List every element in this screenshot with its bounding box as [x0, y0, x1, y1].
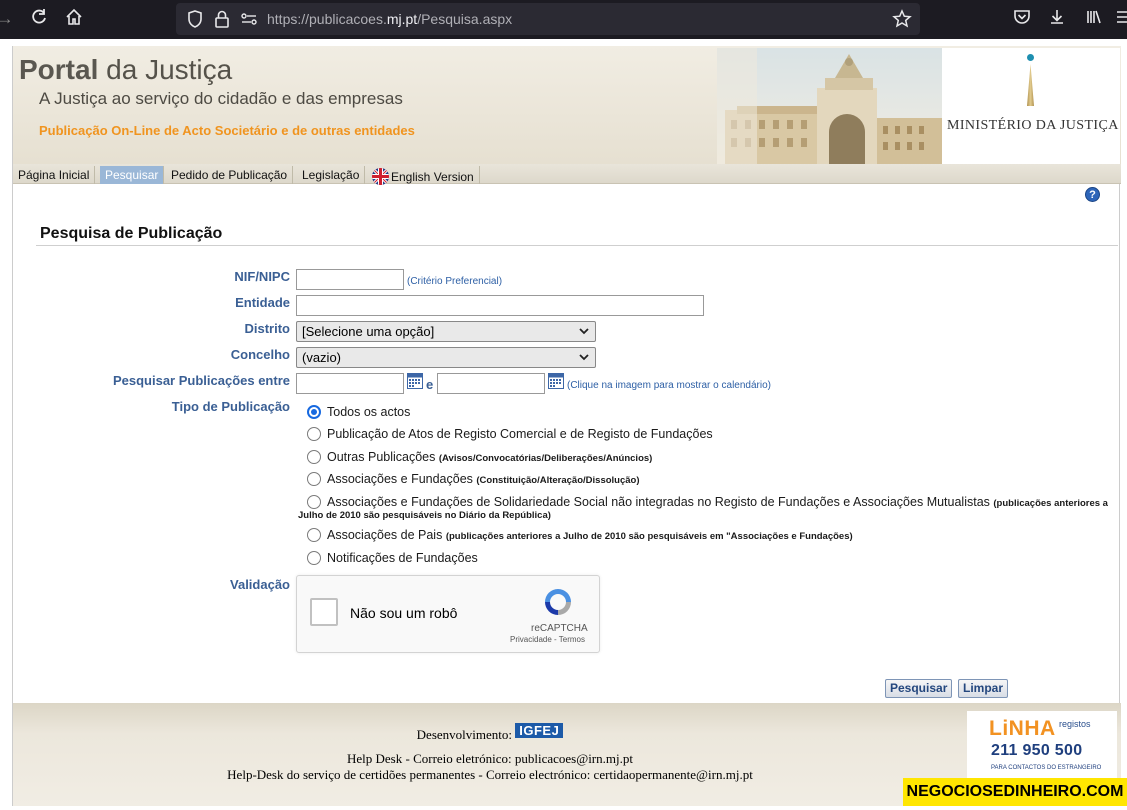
- url-text[interactable]: https://publicacoes.mj.pt/Pesquisa.aspx: [267, 11, 512, 27]
- option-label: Todos os actos: [327, 405, 411, 419]
- date-to-input[interactable]: [437, 373, 545, 394]
- portal-logo[interactable]: Portal da Justiça: [19, 54, 232, 86]
- radio-notificacoes-fundacoes[interactable]: [307, 551, 321, 565]
- main-nav: Página Inicial Pesquisar Pedido de Publi…: [13, 164, 1121, 185]
- igfej-logo[interactable]: IGFEJ: [515, 723, 564, 738]
- calendar-hint: (Clique na imagem para mostrar o calendá…: [567, 380, 771, 391]
- uk-flag-icon: [372, 168, 389, 185]
- lock-icon[interactable]: [212, 9, 232, 29]
- option-label: Notificações de Fundações: [327, 551, 478, 565]
- radio-todos-actos[interactable]: [307, 405, 321, 419]
- tipo-label: Tipo de Publicação: [171, 399, 290, 414]
- search-button[interactable]: Pesquisar: [885, 679, 953, 698]
- linha-subtitle: registos: [1059, 719, 1091, 729]
- option-label: Associações de Pais (publicações anterio…: [327, 528, 853, 542]
- shield-icon[interactable]: [185, 9, 205, 29]
- chevron-down-icon: [579, 354, 589, 361]
- ministry-name: MINISTÉRIO DA JUSTIÇA: [947, 118, 1119, 133]
- nif-hint: (Critério Preferencial): [407, 276, 503, 287]
- entidade-label: Entidade: [235, 295, 290, 310]
- nif-input[interactable]: [296, 269, 404, 290]
- concelho-value: (vazio): [302, 350, 342, 365]
- option-label: Associações e Fundações (Constituição/Al…: [327, 472, 640, 486]
- radio-registo-comercial[interactable]: [307, 427, 321, 441]
- library-icon[interactable]: [1083, 8, 1105, 30]
- periodo-label: Pesquisar Publicações entre: [112, 373, 290, 388]
- tab-pedido-publicacao[interactable]: Pedido de Publicação: [166, 166, 294, 184]
- site-header: Portal da Justiça A Justiça ao serviço d…: [13, 46, 1121, 164]
- downloads-icon[interactable]: [1046, 8, 1068, 30]
- option-continuation: Julho de 2010 são pesquisáveis no Diário…: [298, 510, 551, 521]
- bookmark-star-icon[interactable]: [892, 9, 912, 29]
- radio-solidariedade-social[interactable]: [307, 495, 321, 509]
- emblem-bar: [1027, 64, 1034, 106]
- date-from-input[interactable]: [296, 373, 404, 394]
- help-icon[interactable]: ?: [1085, 187, 1100, 202]
- nif-label: NIF/NIPC: [234, 269, 290, 284]
- radio-associacoes-fundacoes[interactable]: [307, 472, 321, 486]
- validacao-label: Validação: [230, 577, 290, 592]
- radio-outras-publicacoes[interactable]: [307, 450, 321, 464]
- radio-associacoes-pais[interactable]: [307, 528, 321, 542]
- recaptcha-checkbox[interactable]: [310, 598, 338, 626]
- ministry-logo[interactable]: MINISTÉRIO DA JUSTIÇA: [942, 48, 1120, 164]
- portal-tagline: Publicação On-Line de Acto Societário e …: [39, 123, 415, 138]
- footer-dev: Desenvolvimento: IGFEJ: [13, 723, 967, 743]
- option-label: Outras Publicações (Avisos/Convocatórias…: [327, 450, 653, 464]
- footer-dev-label: Desenvolvimento:: [416, 727, 512, 742]
- footer-helpdesk-cert: Help-Desk do serviço de certidões perman…: [227, 767, 753, 782]
- recaptcha-widget: Não sou um robô reCAPTCHA Privacidade - …: [296, 575, 600, 653]
- forward-icon[interactable]: →: [0, 8, 16, 30]
- linha-title: LiNHA: [989, 717, 1056, 740]
- watermark-banner: NEGOCIOSEDINHEIRO.COM: [903, 778, 1127, 806]
- browser-toolbar: → https://publicacoes.mj.pt/Pesquisa.asp…: [0, 0, 1127, 39]
- menu-icon[interactable]: [1113, 8, 1127, 30]
- linha-note: PARA CONTACTOS DO ESTRANGEIRO: [991, 765, 1102, 771]
- pocket-icon[interactable]: [1011, 8, 1033, 30]
- entidade-input[interactable]: [296, 295, 704, 316]
- emblem-icon: [1027, 54, 1034, 61]
- option-label: Publicação de Atos de Registo Comercial …: [327, 427, 713, 441]
- tab-legislacao[interactable]: Legislação: [297, 166, 366, 184]
- page-content: Portal da Justiça A Justiça ao serviço d…: [12, 46, 1121, 806]
- address-bar[interactable]: https://publicacoes.mj.pt/Pesquisa.aspx: [176, 3, 920, 35]
- recaptcha-icon: [545, 589, 571, 615]
- distrito-label: Distrito: [244, 321, 291, 336]
- date-connector: e: [426, 377, 434, 392]
- title-divider: [36, 245, 1118, 246]
- header-photo: [717, 48, 942, 164]
- portal-subtitle: A Justiça ao serviço do cidadão e das em…: [39, 89, 403, 108]
- distrito-value: [Selecione uma opção]: [302, 324, 435, 339]
- clear-button[interactable]: Limpar: [958, 679, 1009, 698]
- concelho-label: Concelho: [230, 347, 290, 362]
- chevron-down-icon: [579, 328, 589, 335]
- calendar-icon[interactable]: [407, 373, 423, 389]
- recaptcha-brand: reCAPTCHA: [531, 623, 588, 634]
- footer-helpdesk: Help Desk - Correio eletrónico: publicac…: [347, 751, 633, 766]
- tab-english-version[interactable]: English Version: [367, 166, 480, 185]
- concelho-select[interactable]: (vazio): [296, 347, 596, 368]
- tab-english-label: English Version: [391, 170, 474, 184]
- page-title: Pesquisa de Publicação: [40, 225, 223, 242]
- reload-icon[interactable]: [28, 8, 50, 30]
- recaptcha-links[interactable]: Privacidade - Termos: [510, 635, 585, 644]
- permissions-icon[interactable]: [239, 9, 259, 29]
- tab-pesquisar[interactable]: Pesquisar: [100, 166, 165, 184]
- tab-pagina-inicial[interactable]: Página Inicial: [13, 166, 96, 184]
- recaptcha-label: Não sou um robô: [350, 605, 458, 621]
- calendar-icon[interactable]: [548, 373, 564, 389]
- linha-phone: 211 950 500: [991, 742, 1083, 759]
- option-label: Associações e Fundações de Solidariedade…: [327, 495, 1108, 509]
- home-icon[interactable]: [63, 8, 85, 30]
- distrito-select[interactable]: [Selecione uma opção]: [296, 321, 596, 342]
